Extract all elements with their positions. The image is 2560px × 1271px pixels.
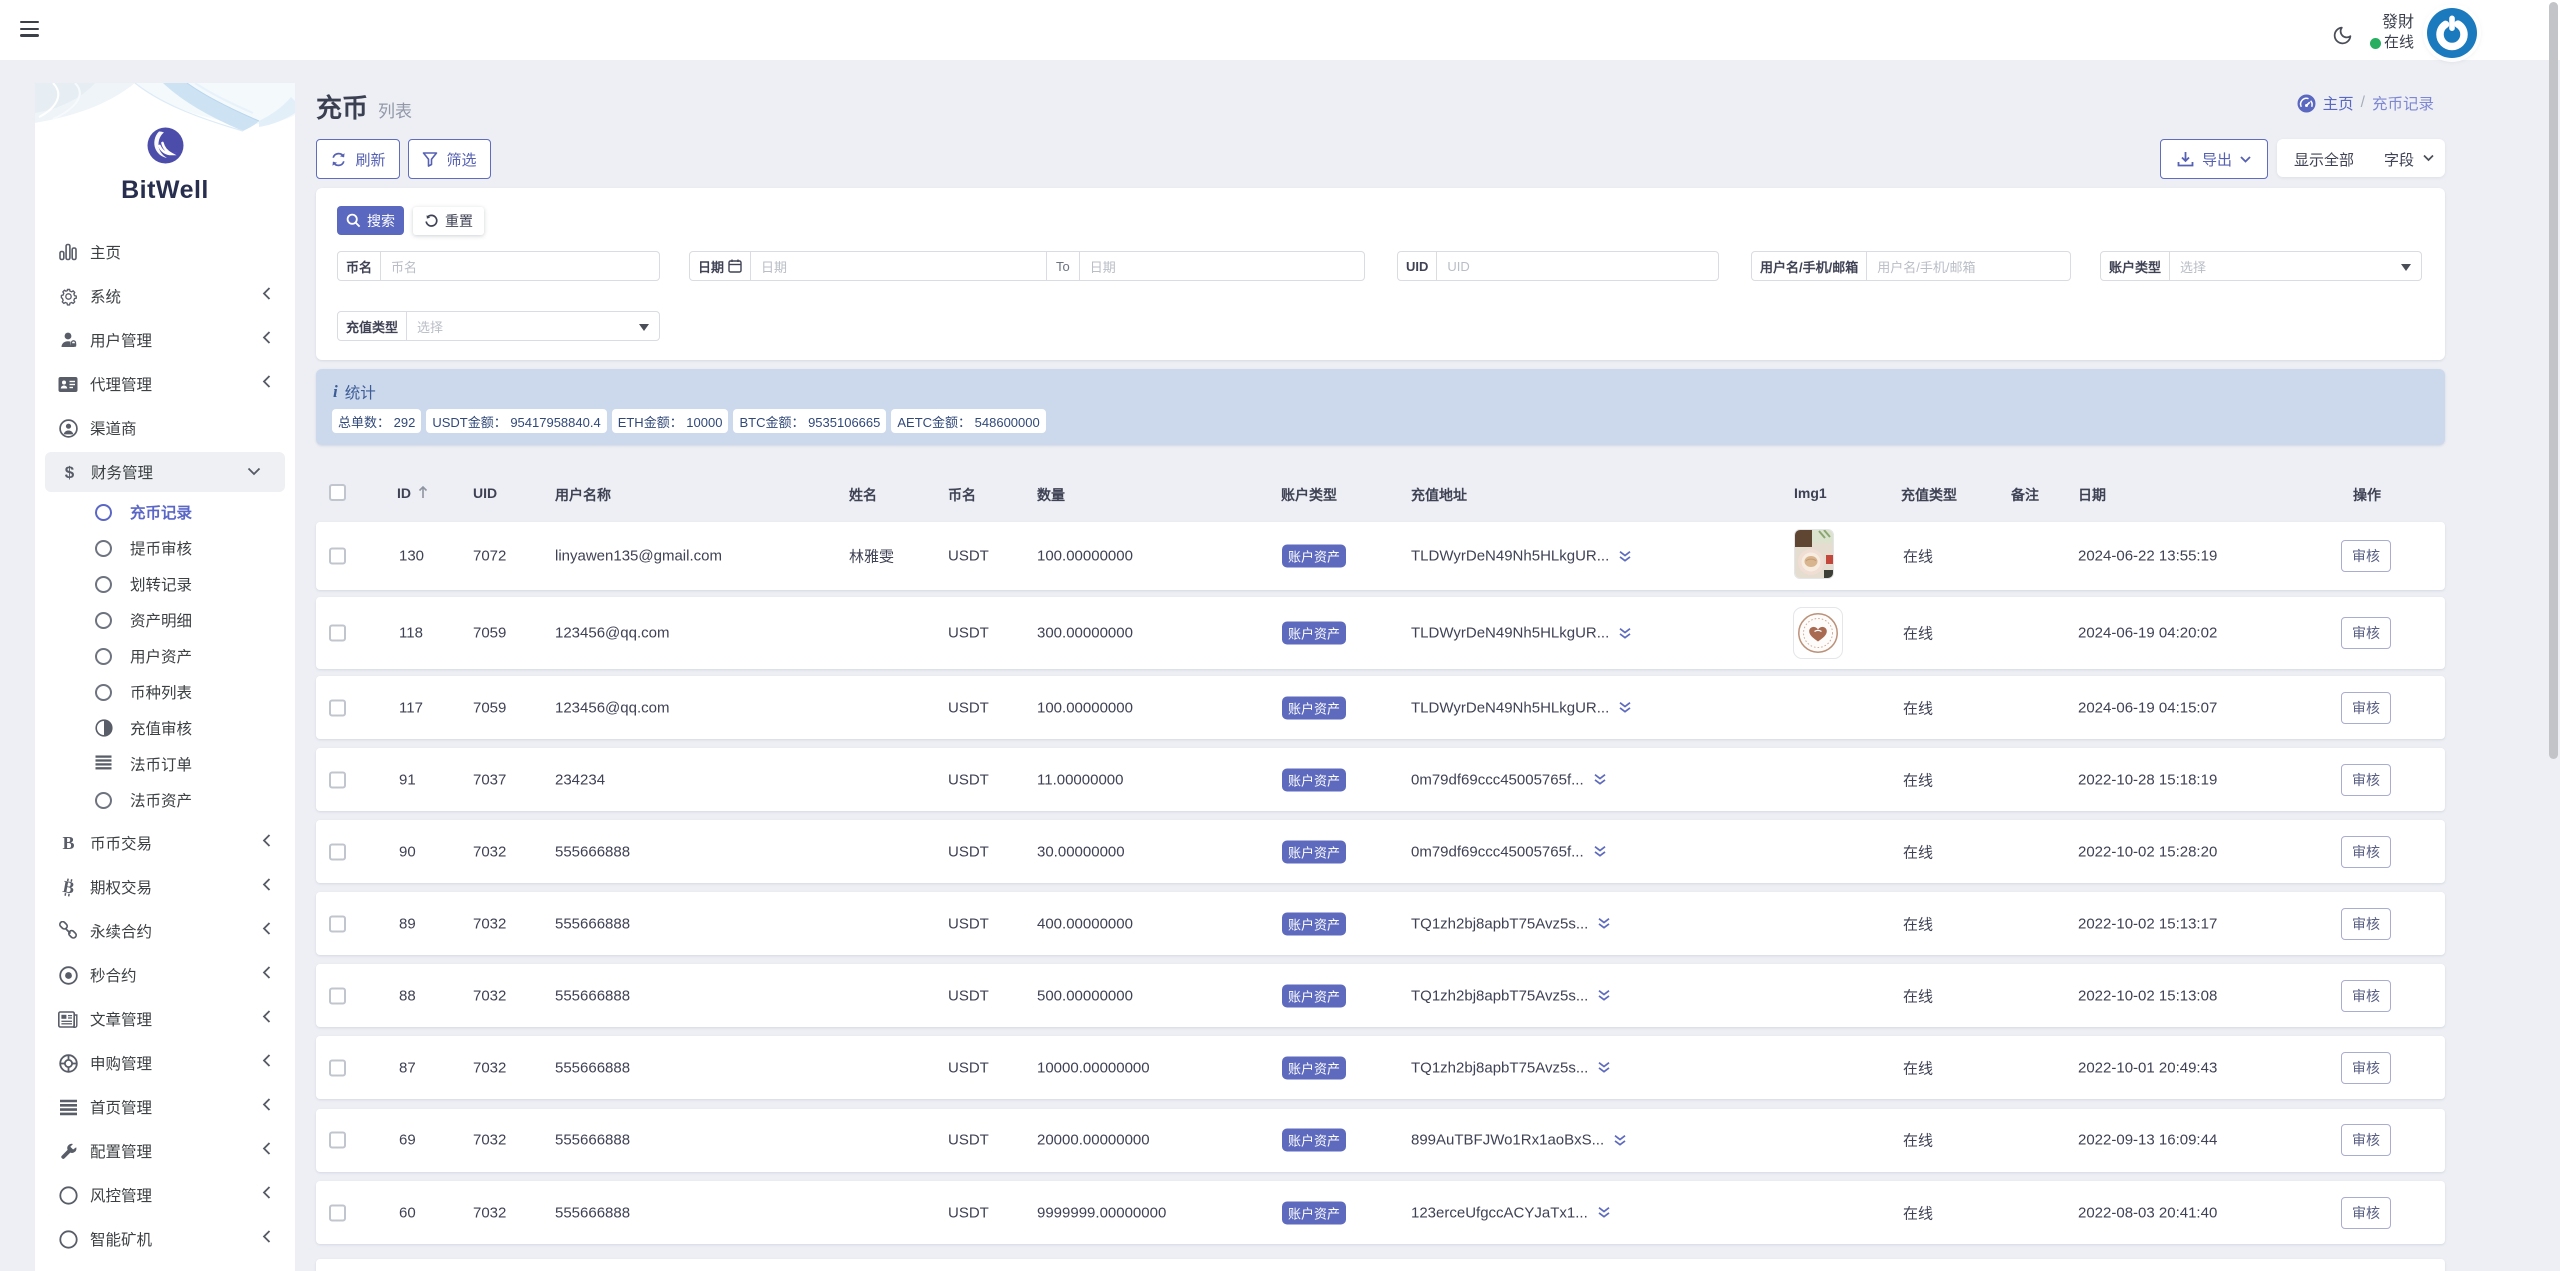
svg-text:$: $ xyxy=(64,463,74,482)
svg-text:B: B xyxy=(62,834,74,853)
